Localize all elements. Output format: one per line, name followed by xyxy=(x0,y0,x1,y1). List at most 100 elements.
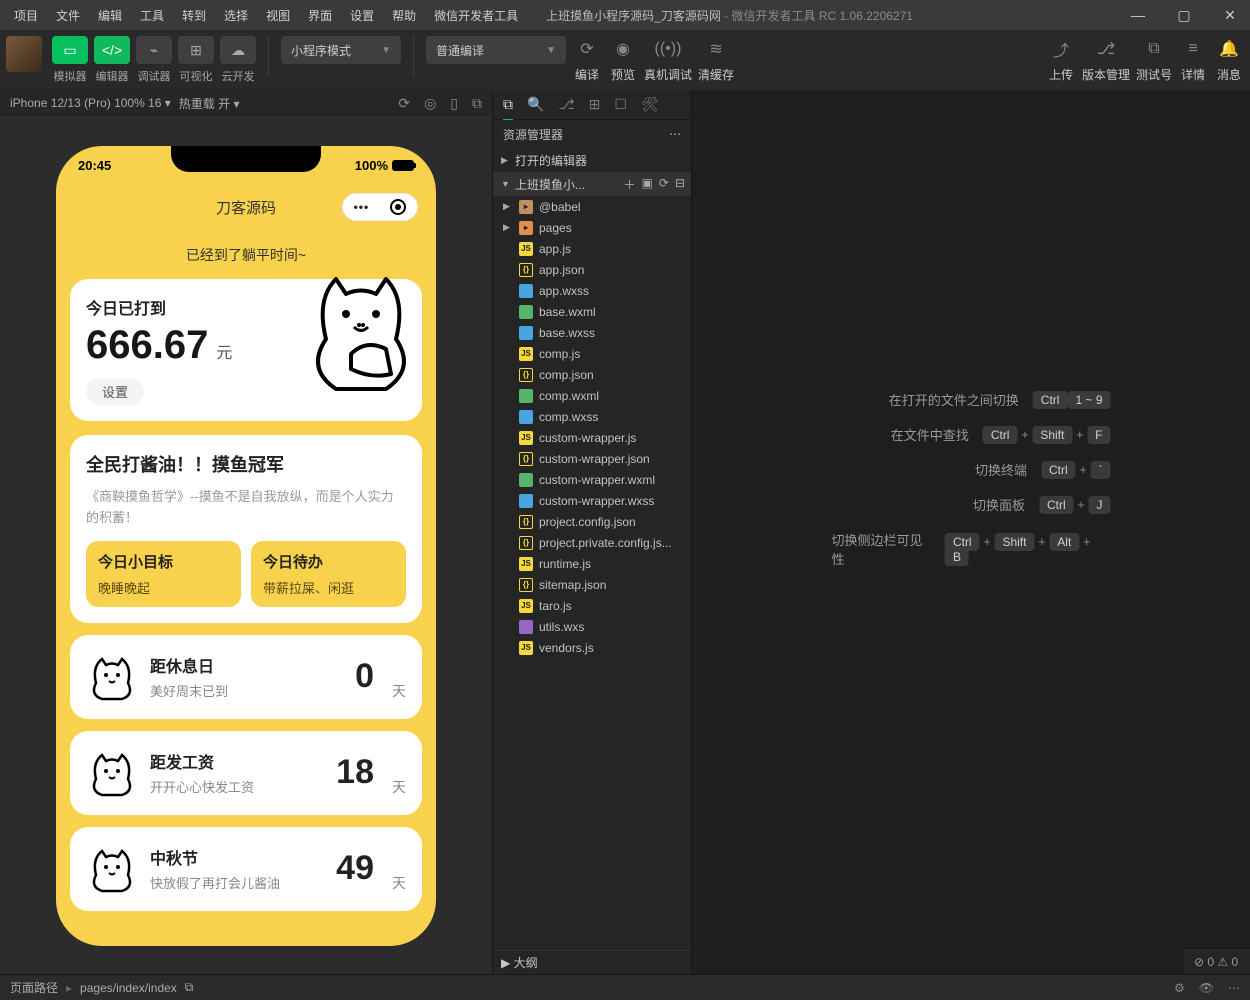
file-node[interactable]: JScustom-wrapper.js xyxy=(493,427,691,448)
countdown-row[interactable]: 中秋节快放假了再打会儿酱油49天 xyxy=(70,827,422,911)
tab-todo-icon[interactable]: ☐ xyxy=(614,96,627,113)
todo-tile[interactable]: 今日待办 带薪拉屎、闲逛 xyxy=(251,541,406,607)
cat-illustration xyxy=(296,259,426,399)
version-button[interactable]: ⎇ xyxy=(1091,36,1121,62)
menu-item[interactable]: 微信开发者工具 xyxy=(426,3,526,28)
hot-reload-toggle[interactable]: 热重载 开 ▾ xyxy=(179,95,240,112)
bug-icon[interactable]: ⚙ xyxy=(1174,981,1185,995)
clear-cache-button[interactable]: ≋ xyxy=(701,36,731,62)
menu-item[interactable]: 项目 xyxy=(6,3,46,28)
menu-item[interactable]: 工具 xyxy=(132,3,172,28)
mode-select[interactable]: 小程序模式▼ xyxy=(281,36,401,64)
hint-row: 切换侧边栏可见性Ctrl + Shift + Alt + B xyxy=(832,530,1111,568)
explorer-more-icon[interactable]: ⋯ xyxy=(669,127,681,141)
file-node[interactable]: {}project.private.config.js... xyxy=(493,532,691,553)
close-button[interactable]: ✕ xyxy=(1216,7,1244,24)
menu-item[interactable]: 转到 xyxy=(174,3,214,28)
tab-build-icon[interactable]: 🛠 xyxy=(641,96,659,113)
debugger-toggle[interactable]: ⌁ xyxy=(136,36,172,64)
menu-item[interactable]: 选择 xyxy=(216,3,256,28)
tab-ext-icon[interactable]: ⊞ xyxy=(589,96,601,113)
file-node[interactable]: base.wxss xyxy=(493,322,691,343)
eye-icon[interactable]: 👁 xyxy=(1199,981,1214,995)
earnings-amount: 666.67 xyxy=(86,323,208,368)
refresh-icon[interactable]: ⟳ xyxy=(398,95,410,112)
section-open-editors[interactable]: ▶打开的编辑器 xyxy=(493,148,691,172)
device-select[interactable]: iPhone 12/13 (Pro) 100% 16 ▾ xyxy=(10,96,171,110)
minimize-button[interactable]: — xyxy=(1124,7,1152,24)
earnings-card: 今日已打到 666.67 元 设置 xyxy=(70,279,422,421)
champion-quote: 《商鞅摸鱼哲学》--摸鱼不是自我放纵，而是个人实力的积蓄！ xyxy=(86,487,406,529)
menu-item[interactable]: 编辑 xyxy=(90,3,130,28)
record-icon[interactable]: ◎ xyxy=(424,95,436,112)
file-node[interactable]: comp.wxss xyxy=(493,406,691,427)
new-folder-icon[interactable]: ▣ xyxy=(642,176,653,193)
menu-item[interactable]: 设置 xyxy=(342,3,382,28)
detail-button[interactable]: ≡ xyxy=(1178,36,1208,62)
cloud-dev-button[interactable]: ☁ xyxy=(220,36,256,64)
file-node[interactable]: custom-wrapper.wxml xyxy=(493,469,691,490)
file-node[interactable]: {}project.config.json xyxy=(493,511,691,532)
capsule-close-icon[interactable] xyxy=(390,199,406,215)
file-node[interactable]: {}sitemap.json xyxy=(493,574,691,595)
section-project[interactable]: ▼上班摸鱼小... ＋ ▣ ⟳ ⊟ xyxy=(493,172,691,196)
shortcut-hints: 在打开的文件之间切换Ctrl1 ~ 9在文件中查找Ctrl + Shift + … xyxy=(832,374,1111,584)
tab-git-icon[interactable]: ⎇ xyxy=(558,96,574,113)
countdown-row[interactable]: 距休息日美好周末已到0天 xyxy=(70,635,422,719)
file-node[interactable]: JStaro.js xyxy=(493,595,691,616)
menu-item[interactable]: 视图 xyxy=(258,3,298,28)
path-label: 页面路径 xyxy=(10,979,58,996)
section-outline[interactable]: ▶ 大纲 xyxy=(493,950,691,974)
compile-select[interactable]: 普通编译▼ xyxy=(426,36,566,64)
capsule-menu-icon[interactable]: ••• xyxy=(354,200,370,214)
tab-explorer-icon[interactable]: ⧉ xyxy=(503,96,513,120)
menu-item[interactable]: 界面 xyxy=(300,3,340,28)
message-button[interactable]: 🔔 xyxy=(1214,36,1244,62)
remote-debug-button[interactable]: ((•)) xyxy=(653,36,683,62)
file-node[interactable]: comp.wxml xyxy=(493,385,691,406)
file-node[interactable]: base.wxml xyxy=(493,301,691,322)
file-node[interactable]: {}app.json xyxy=(493,259,691,280)
collapse-icon[interactable]: ⊟ xyxy=(675,176,685,193)
test-account-button[interactable]: ⧉ xyxy=(1139,36,1169,62)
file-node[interactable]: {}custom-wrapper.json xyxy=(493,448,691,469)
status-battery: 100% xyxy=(355,158,414,173)
preview-button[interactable]: ◉ xyxy=(608,36,638,62)
user-avatar[interactable] xyxy=(6,36,42,72)
main-menu: 项目文件编辑工具转到选择视图界面设置帮助微信开发者工具 xyxy=(6,3,526,28)
phone-icon[interactable]: ▯ xyxy=(450,95,458,112)
menu-item[interactable]: 帮助 xyxy=(384,3,424,28)
file-node[interactable]: {}comp.json xyxy=(493,364,691,385)
file-node[interactable]: utils.wxs xyxy=(493,616,691,637)
capsule-button[interactable]: ••• xyxy=(342,193,418,221)
file-node[interactable]: JSvendors.js xyxy=(493,637,691,658)
more-icon[interactable]: ⋯ xyxy=(1228,981,1240,995)
file-node[interactable]: app.wxss xyxy=(493,280,691,301)
menu-item[interactable]: 文件 xyxy=(48,3,88,28)
maximize-button[interactable]: ▢ xyxy=(1170,7,1198,24)
file-node[interactable]: JScomp.js xyxy=(493,343,691,364)
status-time: 20:45 xyxy=(78,158,111,173)
settings-button[interactable]: 设置 xyxy=(86,378,144,405)
simulator-status-bar: 页面路径▸ pages/index/index ⧉ ⚙ 👁 ⋯ xyxy=(0,974,1250,1000)
file-node[interactable]: custom-wrapper.wxss xyxy=(493,490,691,511)
refresh-tree-icon[interactable]: ⟳ xyxy=(659,176,669,193)
problems-indicator[interactable]: ⊘ 0 ⚠ 0 xyxy=(1194,955,1238,969)
visual-toggle[interactable]: ⊞ xyxy=(178,36,214,64)
folder-node[interactable]: ▶▸@babel xyxy=(493,196,691,217)
editor-toggle[interactable]: </> xyxy=(94,36,130,64)
popout-icon[interactable]: ⧉ xyxy=(472,95,482,112)
upload-button[interactable]: ⤴ xyxy=(1046,36,1076,62)
file-node[interactable]: JSruntime.js xyxy=(493,553,691,574)
hint-row: 切换面板Ctrl + J xyxy=(832,495,1111,514)
goal-tile[interactable]: 今日小目标 晚睡晚起 xyxy=(86,541,241,607)
new-file-icon[interactable]: ＋ xyxy=(624,176,636,193)
title-bar: 项目文件编辑工具转到选择视图界面设置帮助微信开发者工具 上班摸鱼小程序源码_刀客… xyxy=(0,0,1250,30)
tab-search-icon[interactable]: 🔍 xyxy=(527,96,544,113)
countdown-row[interactable]: 距发工资开开心心快发工资18天 xyxy=(70,731,422,815)
folder-node[interactable]: ▶▸pages xyxy=(493,217,691,238)
compile-button[interactable]: ⟳ xyxy=(572,36,602,62)
copy-path-icon[interactable]: ⧉ xyxy=(185,980,194,995)
file-node[interactable]: JSapp.js xyxy=(493,238,691,259)
simulator-toggle[interactable]: ▭ xyxy=(52,36,88,64)
